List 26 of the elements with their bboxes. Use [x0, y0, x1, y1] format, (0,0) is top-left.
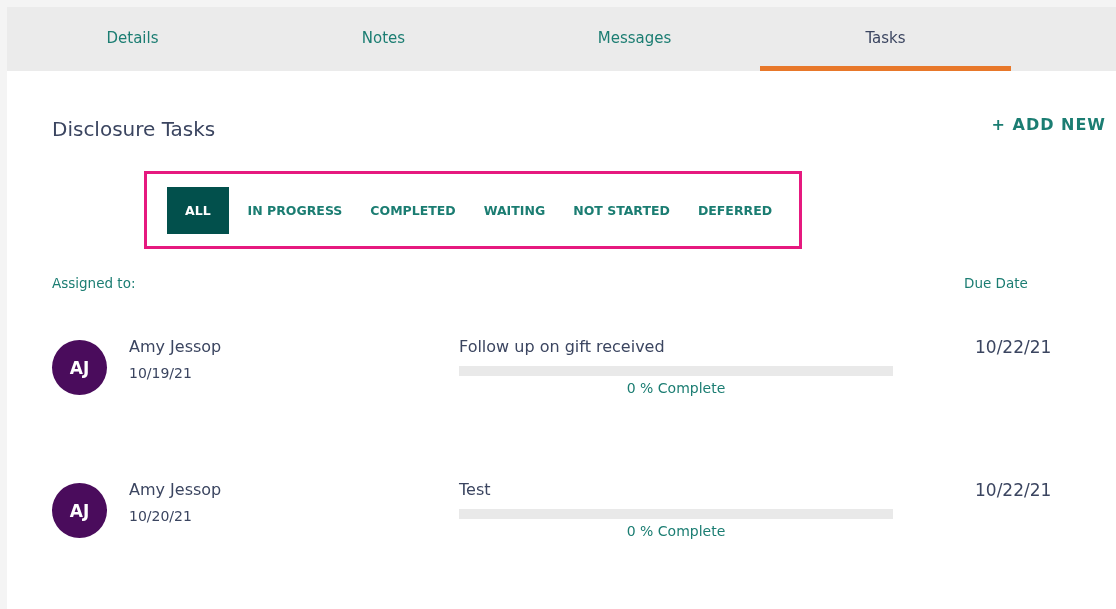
filter-tab[interactable]: NOT STARTED — [564, 187, 679, 234]
assignee-name: Amy Jessop — [129, 337, 222, 356]
tab[interactable]: Messages — [509, 7, 760, 71]
add-new-button[interactable]: + ADD NEW — [991, 114, 1106, 134]
filter-tab[interactable]: WAITING — [474, 187, 555, 234]
due-date: 10/22/21 — [975, 480, 1052, 500]
filter-tab[interactable]: COMPLETED — [361, 187, 465, 234]
assignee-name: Amy Jessop — [129, 480, 222, 499]
assigned-date: 10/19/21 — [129, 365, 193, 381]
avatar: AJ — [52, 340, 107, 395]
filter-tab[interactable]: IN PROGRESS — [238, 187, 352, 234]
section-title: Disclosure Tasks — [52, 117, 216, 141]
tab[interactable]: Notes — [258, 7, 509, 71]
progress-label: 0 % Complete — [626, 523, 726, 539]
tab[interactable]: Details — [7, 7, 258, 71]
column-header: Due Date — [964, 275, 1029, 291]
due-date: 10/22/21 — [975, 337, 1052, 357]
progress-label: 0 % Complete — [626, 380, 726, 396]
column-header: Assigned to: — [52, 275, 136, 291]
task-title: Follow up on gift received — [459, 337, 666, 356]
filter-tab[interactable]: DEFERRED — [688, 187, 782, 234]
assigned-date: 10/20/21 — [129, 508, 193, 524]
tab[interactable]: Tasks — [760, 7, 1011, 71]
task-title: Test — [459, 480, 492, 499]
filter-tab[interactable]: ALL — [167, 187, 229, 234]
avatar: AJ — [52, 483, 107, 538]
